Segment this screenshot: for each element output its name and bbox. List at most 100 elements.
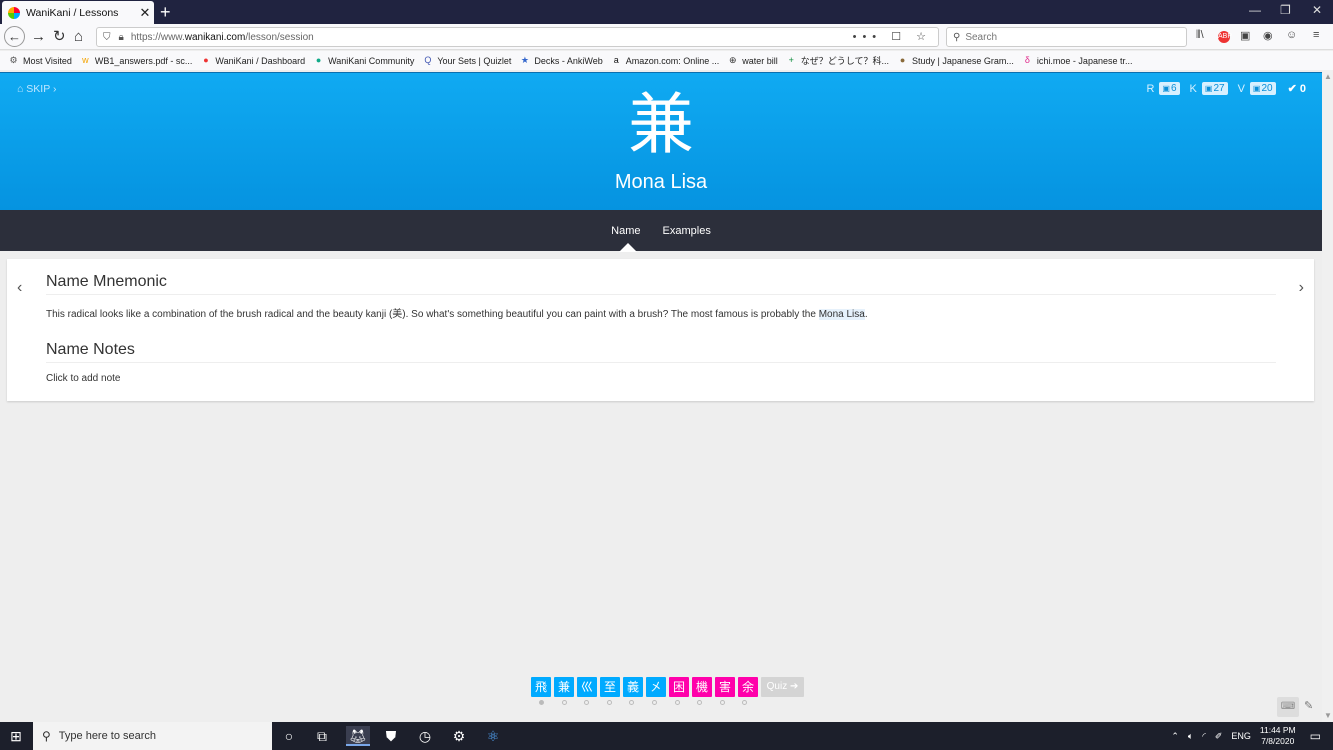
bookmark-label: Decks - AnkiWeb xyxy=(534,55,603,66)
home-icon[interactable]: ⌂ xyxy=(74,28,83,46)
minimize-button[interactable]: — xyxy=(1249,3,1261,17)
url-bar[interactable]: ⛉ 🔒︎ https://www.wanikani.com/lesson/ses… xyxy=(96,27,939,47)
sidebar-icon[interactable]: ▣ xyxy=(1240,29,1250,42)
bookmark-item[interactable]: ⊕ water bill xyxy=(727,55,778,66)
clock-app-icon[interactable]: ◷ xyxy=(414,726,436,746)
adblock-icon[interactable]: ABP xyxy=(1218,31,1232,43)
queue-item-kanji[interactable]: 困 xyxy=(669,677,689,697)
scroll-up-icon[interactable]: ▲ xyxy=(1324,72,1332,81)
library-icon[interactable]: ⫴\ xyxy=(1196,29,1204,42)
bookmark-item[interactable]: ● WaniKani Community xyxy=(313,55,414,66)
progress-dot[interactable] xyxy=(629,700,635,705)
menu-icon[interactable]: ≡ xyxy=(1313,29,1319,41)
wifi-icon[interactable]: ◜ xyxy=(1202,731,1206,742)
cortana-icon[interactable]: ○ xyxy=(278,726,300,746)
queue-item-radical[interactable]: 至 xyxy=(600,677,620,697)
lesson-queue: 飛兼巛至義㐅困機害余 Quiz ➔ xyxy=(531,677,804,697)
windows-start-icon[interactable]: ⊞ xyxy=(0,722,32,750)
tab-examples[interactable]: Examples xyxy=(663,225,711,237)
bookmark-item[interactable]: δ ichi.moe - Japanese tr... xyxy=(1022,55,1133,66)
previous-arrow-icon[interactable]: ‹ xyxy=(17,279,22,297)
close-window-button[interactable]: ✕ xyxy=(1312,3,1322,17)
volume-icon[interactable]: 🔈︎ xyxy=(1188,731,1193,742)
taskbar-clock[interactable]: 11:44 PM 7/8/2020 xyxy=(1260,725,1296,747)
progress-dot[interactable] xyxy=(584,700,590,705)
notes-heading: Name Notes xyxy=(46,341,1276,363)
lock-icon[interactable]: 🔒︎ xyxy=(119,32,124,43)
notifications-icon[interactable]: ▭ xyxy=(1310,729,1321,743)
mnemonic-text: This radical looks like a combination of… xyxy=(46,309,868,320)
progress-dot[interactable] xyxy=(651,700,657,705)
bookmarks-bar: ⚙ Most Visited w WB1_answers.pdf - sc... ● Wa… xyxy=(0,51,1333,70)
back-arrow-icon[interactable]: ← xyxy=(4,26,25,47)
bookmark-icon: ● xyxy=(203,55,209,65)
bookmark-item[interactable]: Q Your Sets | Quizlet xyxy=(422,55,511,66)
progress-dot[interactable] xyxy=(719,700,725,705)
tab-name[interactable]: Name xyxy=(611,225,640,237)
app-icon[interactable]: ⚛ xyxy=(482,726,504,746)
page-actions-icon[interactable]: ••• ☐ ☆ xyxy=(853,30,932,43)
bookmark-label: WB1_answers.pdf - sc... xyxy=(94,55,193,66)
tab-close-icon[interactable]: ✕ xyxy=(136,5,154,21)
bookmark-label: Most Visited xyxy=(23,55,72,66)
add-note-field[interactable]: Click to add note xyxy=(46,373,121,384)
queue-item-radical[interactable]: 兼 xyxy=(554,677,574,697)
reload-icon[interactable]: ↻ xyxy=(53,28,66,46)
browser-tab-bar: WaniKani / Lessons ✕ + — ❐ ✕ xyxy=(0,0,1333,24)
bookmark-item[interactable]: ● Study | Japanese Gram... xyxy=(897,55,1014,66)
browser-nav-bar: ← → ↻ ⌂ ⛉ 🔒︎ https://www.wanikani.com/le… xyxy=(0,24,1333,50)
bookmark-icon: ⊕ xyxy=(729,55,737,65)
progress-dot[interactable] xyxy=(742,700,748,705)
page-scrollbar[interactable]: ▲ ▼ xyxy=(1322,70,1333,722)
bookmark-item[interactable]: ★ Decks - AnkiWeb xyxy=(519,55,603,66)
browser-tab[interactable]: WaniKani / Lessons ✕ xyxy=(2,1,154,24)
lesson-content-card: ‹ › Name Mnemonic This radical looks lik… xyxy=(7,259,1314,401)
progress-dot[interactable] xyxy=(539,700,544,705)
browser-search-field[interactable]: ⚲ Search xyxy=(946,27,1187,47)
shield-app-icon[interactable]: ⛊ xyxy=(380,726,402,746)
bookmark-item[interactable]: w WB1_answers.pdf - sc... xyxy=(80,55,193,66)
lesson-progress-dots xyxy=(539,700,765,705)
progress-dot[interactable] xyxy=(697,700,703,705)
progress-dot[interactable] xyxy=(561,700,567,705)
bookmark-item[interactable]: ● WaniKani / Dashboard xyxy=(200,55,305,66)
bookmark-icon: ● xyxy=(899,55,906,65)
forward-arrow-icon[interactable]: → xyxy=(31,28,46,46)
restore-button[interactable]: ❐ xyxy=(1280,3,1291,17)
chevron-up-icon[interactable]: ⌃ xyxy=(1171,731,1179,742)
firefox-icon[interactable]: 🦊︎ xyxy=(346,726,370,746)
keyboard-icon[interactable]: ⌨ xyxy=(1277,697,1299,717)
lesson-tabs: Name Examples xyxy=(0,210,1322,251)
search-icon: ⚲ xyxy=(953,31,961,43)
queue-item-radical[interactable]: 飛 xyxy=(531,677,551,697)
tracking-shield-icon[interactable]: ⛉ xyxy=(103,32,111,43)
steam-icon[interactable]: ⚙ xyxy=(448,726,470,746)
queue-item-radical[interactable]: 㐅 xyxy=(646,677,666,697)
queue-item-radical[interactable]: 巛 xyxy=(577,677,597,697)
new-tab-button[interactable]: + xyxy=(160,2,171,22)
bookmark-icon: Q xyxy=(424,55,432,65)
progress-dot[interactable] xyxy=(606,700,612,705)
taskbar-search[interactable]: ⚲ Type here to search xyxy=(33,722,272,750)
quiz-button[interactable]: Quiz ➔ xyxy=(761,677,804,697)
extension-icon[interactable]: ☺ xyxy=(1286,29,1297,41)
queue-item-kanji[interactable]: 害 xyxy=(715,677,735,697)
bookmark-label: なぜ？どうして？科... xyxy=(800,56,890,66)
bookmark-item[interactable]: ⚙ Most Visited xyxy=(8,55,72,66)
pen-icon[interactable]: ✐ xyxy=(1215,731,1223,742)
tab-title: WaniKani / Lessons xyxy=(26,6,119,19)
progress-dot[interactable] xyxy=(674,700,680,705)
bookmark-label: ichi.moe - Japanese tr... xyxy=(1036,55,1133,66)
bookmark-item[interactable]: + なぜ？どうして？科... xyxy=(786,54,889,67)
queue-item-radical[interactable]: 義 xyxy=(623,677,643,697)
account-icon[interactable]: ◉ xyxy=(1263,29,1273,42)
queue-item-kanji[interactable]: 余 xyxy=(738,677,758,697)
bookmark-item[interactable]: a Amazon.com: Online ... xyxy=(611,55,720,66)
next-arrow-icon[interactable]: › xyxy=(1299,279,1304,297)
scroll-down-icon[interactable]: ▼ xyxy=(1324,711,1332,720)
task-view-icon[interactable]: ⧉ xyxy=(311,726,333,746)
bookmark-icon: a xyxy=(613,55,619,65)
queue-item-kanji[interactable]: 機 xyxy=(692,677,712,697)
language-indicator[interactable]: ENG xyxy=(1231,731,1251,741)
pencil-icon[interactable]: ✎ xyxy=(1304,699,1313,712)
